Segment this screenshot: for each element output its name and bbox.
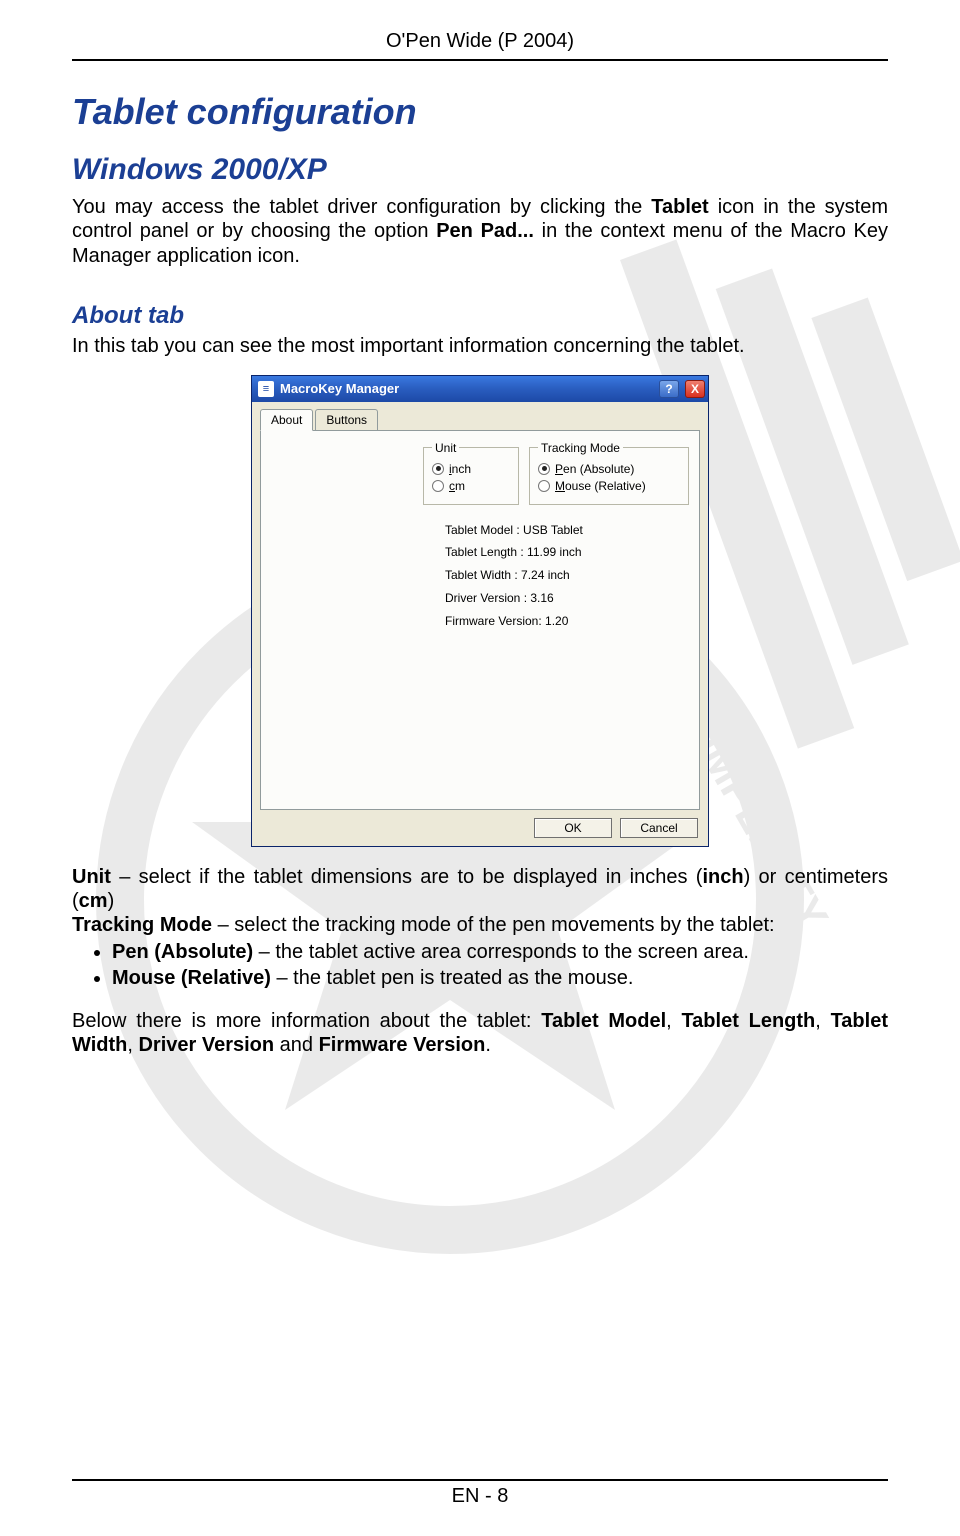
text-cm: cm: [79, 890, 108, 912]
text: Below there is more information about th…: [72, 1010, 541, 1032]
macrokey-manager-dialog: ≡ MacroKey Manager ? X About Buttons Uni…: [251, 375, 709, 847]
text-inch: inch: [702, 866, 743, 888]
group-unit-legend: Unit: [432, 441, 459, 455]
radio-icon: [432, 463, 444, 475]
text-unit: Unit: [72, 866, 111, 888]
text: – select the tracking mode of the pen mo…: [212, 914, 775, 936]
dialog-titlebar[interactable]: ≡ MacroKey Manager ? X: [252, 376, 708, 402]
dialog-title: MacroKey Manager: [280, 381, 653, 396]
page-header: O'Pen Wide (P 2004): [72, 30, 888, 59]
text: Firmware Version: [319, 1034, 486, 1056]
text: Mouse (Relative): [112, 967, 271, 989]
text: ,: [815, 1010, 830, 1032]
below-info-paragraph: Below there is more information about th…: [72, 1009, 888, 1058]
unit-description: Unit – select if the tablet dimensions a…: [72, 865, 888, 914]
label: ouse (Relative): [565, 479, 646, 493]
group-tracking-legend: Tracking Mode: [538, 441, 623, 455]
text-tablet: Tablet: [651, 196, 708, 218]
text: ,: [666, 1010, 681, 1032]
cancel-button[interactable]: Cancel: [620, 818, 698, 838]
label: m: [455, 479, 465, 493]
text: ): [108, 890, 115, 912]
text: You may access the tablet driver configu…: [72, 196, 651, 218]
radio-icon: [538, 480, 550, 492]
info-firmware-version: Firmware Version: 1.20: [445, 610, 689, 633]
close-button[interactable]: X: [685, 380, 705, 398]
text-penpad: Pen Pad...: [436, 220, 534, 242]
heading-windows-2000xp: Windows 2000/XP: [72, 153, 888, 187]
heading-tablet-configuration: Tablet configuration: [72, 91, 888, 133]
bullet-pen-absolute: Pen (Absolute) – the tablet active area …: [112, 940, 888, 964]
text: Driver Version: [138, 1034, 274, 1056]
ok-button[interactable]: OK: [534, 818, 612, 838]
label: en (Absolute): [563, 462, 634, 476]
tab-buttons[interactable]: Buttons: [315, 409, 378, 431]
tracking-bullets: Pen (Absolute) – the tablet active area …: [72, 940, 888, 991]
info-tablet-length: Tablet Length : 11.99 inch: [445, 541, 689, 564]
tabstrip: About Buttons: [260, 409, 700, 431]
radio-mouse-relative[interactable]: Mouse (Relative): [538, 479, 680, 493]
mnemonic: M: [555, 479, 565, 493]
radio-pen-absolute[interactable]: Pen (Absolute): [538, 462, 680, 476]
header-rule: [72, 59, 888, 61]
text: – select if the tablet dimensions are to…: [111, 866, 703, 888]
label: nch: [452, 462, 471, 476]
tab-about[interactable]: About: [260, 409, 313, 431]
info-driver-version: Driver Version : 3.16: [445, 587, 689, 610]
info-tablet-width: Tablet Width : 7.24 inch: [445, 564, 689, 587]
about-tab-paragraph: In this tab you can see the most importa…: [72, 334, 888, 358]
text: ,: [127, 1034, 138, 1056]
text: .: [485, 1034, 491, 1056]
radio-cm[interactable]: cm: [432, 479, 510, 493]
tracking-description: Tracking Mode – select the tracking mode…: [72, 913, 888, 937]
bullet-mouse-relative: Mouse (Relative) – the tablet pen is tre…: [112, 966, 888, 990]
text: Tablet Model: [541, 1010, 666, 1032]
text-tracking-mode: Tracking Mode: [72, 914, 212, 936]
tab-panel-about: Unit inch cm Tracking Mode: [260, 430, 700, 810]
group-unit: Unit inch cm: [423, 441, 519, 505]
text: – the tablet active area corresponds to …: [253, 941, 749, 963]
radio-inch[interactable]: inch: [432, 462, 510, 476]
tablet-info-block: Tablet Model : USB Tablet Tablet Length …: [445, 519, 689, 633]
intro-paragraph: You may access the tablet driver configu…: [72, 195, 888, 268]
info-tablet-model: Tablet Model : USB Tablet: [445, 519, 689, 542]
radio-icon: [432, 480, 444, 492]
help-button[interactable]: ?: [659, 380, 679, 398]
heading-about-tab: About tab: [72, 302, 888, 330]
text: and: [274, 1034, 318, 1056]
text: Pen (Absolute): [112, 941, 253, 963]
app-icon: ≡: [258, 381, 274, 397]
group-tracking-mode: Tracking Mode Pen (Absolute) Mouse (Rela…: [529, 441, 689, 505]
text: – the tablet pen is treated as the mouse…: [271, 967, 633, 989]
footer-rule: [72, 1479, 888, 1481]
mnemonic: P: [555, 462, 563, 476]
page-number: EN - 8: [72, 1485, 888, 1508]
radio-icon: [538, 463, 550, 475]
text: Tablet Length: [681, 1010, 815, 1032]
